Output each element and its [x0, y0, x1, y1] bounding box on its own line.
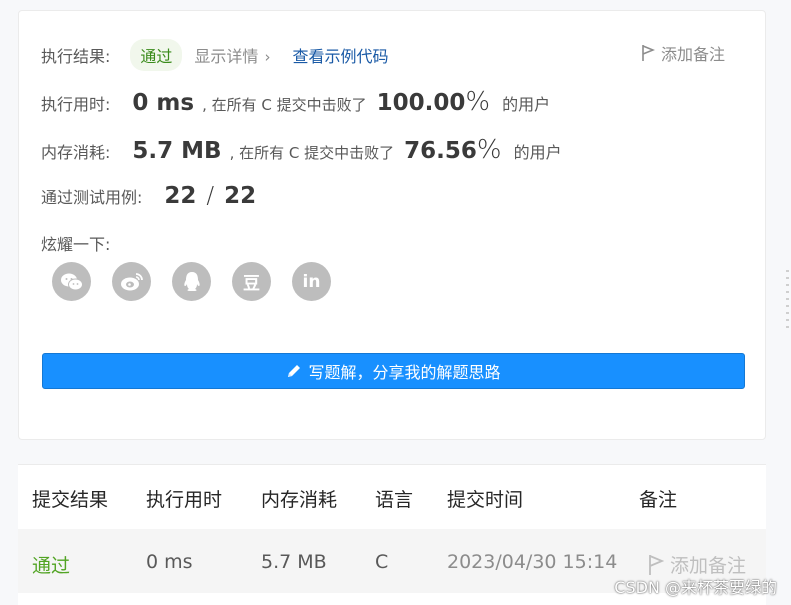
memory-row: 内存消耗: 5.7 MB , 在所有 C 提交中击败了 76.56% 的用户 — [41, 135, 562, 165]
pencil-icon — [288, 365, 301, 377]
write-solution-button[interactable]: 写题解，分享我的解题思路 — [42, 353, 745, 389]
tests-row: 通过测试用例: 22 / 22 — [41, 183, 256, 209]
header-note: 备注 — [639, 489, 678, 511]
watermark: CSDN @来杯茶要绿的 — [614, 578, 777, 597]
show-details-label: 显示详情 — [194, 47, 259, 66]
row-runtime: 0 ms — [146, 551, 193, 573]
header-memory: 内存消耗 — [261, 489, 338, 511]
runtime-beat-percent: 100.00% — [376, 87, 491, 117]
runtime-value: 0 ms — [132, 90, 195, 116]
result-row: 执行结果: 通过 显示详情 › 查看示例代码 — [41, 39, 388, 71]
runtime-users-text: 的用户 — [502, 95, 551, 114]
memory-beat-percent: 76.56% — [404, 135, 502, 165]
runtime-label: 执行用时: — [41, 95, 111, 114]
wechat-icon[interactable] — [52, 262, 91, 301]
header-runtime: 执行用时 — [146, 489, 223, 511]
chevron-right-icon: › — [264, 48, 271, 66]
scrollbar-hint — [786, 270, 789, 330]
row-result-link[interactable]: 通过 — [32, 551, 70, 578]
table-header: 提交结果 执行用时 内存消耗 语言 提交时间 备注 — [18, 465, 766, 529]
douban-icon[interactable]: 豆 — [232, 262, 271, 301]
row-language: C — [375, 551, 389, 573]
row-submit-time: 2023/04/30 15:14 — [447, 551, 618, 573]
show-details-link[interactable]: 显示详情 › — [194, 43, 270, 67]
tests-total: 22 — [224, 183, 257, 209]
add-note-label: 添加备注 — [660, 45, 725, 64]
result-label: 执行结果: — [41, 47, 111, 66]
qq-icon[interactable] — [172, 262, 211, 301]
write-solution-label: 写题解，分享我的解题思路 — [308, 363, 501, 382]
header-submit-time: 提交时间 — [447, 489, 524, 511]
result-card: 执行结果: 通过 显示详情 › 查看示例代码 添加备注 执行用时: 0 ms , … — [18, 10, 766, 440]
row-memory: 5.7 MB — [261, 551, 327, 573]
status-badge: 通过 — [130, 39, 183, 71]
weibo-icon[interactable] — [112, 262, 151, 301]
memory-beat-text: , 在所有 C 提交中击败了 — [229, 144, 395, 162]
header-language: 语言 — [375, 489, 414, 511]
memory-label: 内存消耗: — [41, 143, 111, 162]
linkedin-glyph: in — [302, 271, 321, 292]
share-label: 炫耀一下: — [41, 235, 111, 254]
runtime-row: 执行用时: 0 ms , 在所有 C 提交中击败了 100.00% 的用户 — [41, 87, 550, 117]
add-note-button[interactable]: 添加备注 — [641, 41, 725, 65]
flag-icon — [642, 45, 655, 61]
memory-users-text: 的用户 — [513, 143, 562, 162]
memory-value: 5.7 MB — [132, 138, 222, 164]
view-example-code-link[interactable]: 查看示例代码 — [292, 43, 388, 67]
header-result: 提交结果 — [32, 489, 109, 511]
linkedin-icon[interactable]: in — [292, 262, 331, 301]
tests-passed: 22 — [164, 183, 197, 209]
share-icons: 豆 in — [52, 262, 352, 301]
douban-glyph: 豆 — [243, 274, 260, 294]
tests-label: 通过测试用例: — [41, 188, 143, 207]
tests-separator: / — [206, 183, 215, 209]
runtime-beat-text: , 在所有 C 提交中击败了 — [202, 96, 367, 114]
flag-icon — [649, 554, 664, 575]
